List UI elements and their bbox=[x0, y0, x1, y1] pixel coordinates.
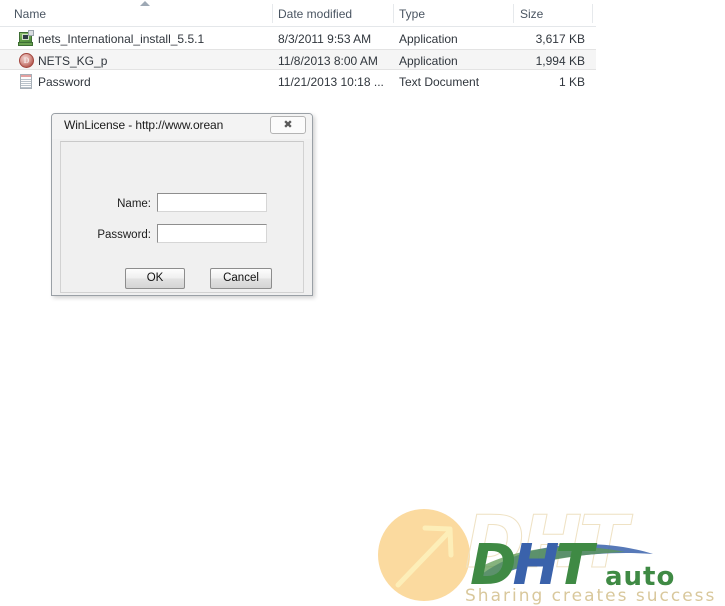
column-divider[interactable] bbox=[592, 4, 593, 23]
date-modified-cell: 11/21/2013 10:18 ... bbox=[278, 75, 384, 89]
cancel-button[interactable]: Cancel bbox=[210, 268, 272, 289]
file-size-cell: 1 KB bbox=[558, 75, 585, 89]
table-row[interactable]: D NETS_KG_p 11/8/2013 8:00 AM Applicatio… bbox=[0, 49, 596, 70]
watermark-ghost-text: DHT bbox=[464, 500, 628, 585]
file-type-cell: Application bbox=[399, 32, 458, 46]
msi-installer-icon bbox=[18, 30, 35, 47]
column-divider[interactable] bbox=[393, 4, 394, 23]
file-type-cell: Text Document bbox=[399, 75, 480, 89]
keygen-application-icon: D bbox=[18, 52, 35, 69]
column-header-name[interactable]: Name bbox=[14, 0, 46, 26]
watermark-logo-h: H bbox=[512, 533, 559, 598]
name-field-label: Name: bbox=[117, 198, 151, 210]
password-input[interactable] bbox=[157, 224, 267, 243]
file-name-cell: Password bbox=[38, 75, 91, 89]
table-row[interactable]: Password 11/21/2013 10:18 ... Text Docum… bbox=[0, 71, 596, 92]
watermark-tagline: Sharing creates success bbox=[465, 586, 717, 606]
column-header-type[interactable]: Type bbox=[399, 0, 425, 26]
dhtauto-watermark: DHT DHT auto Sharing creates success bbox=[375, 500, 725, 606]
text-document-icon bbox=[18, 73, 35, 90]
file-name-cell: nets_International_install_5.5.1 bbox=[38, 32, 205, 46]
sort-ascending-icon bbox=[140, 1, 150, 6]
watermark-logo: DHT bbox=[470, 538, 594, 594]
close-icon[interactable]: ✖ bbox=[270, 116, 306, 134]
watermark-circle bbox=[378, 509, 470, 601]
watermark-swoosh bbox=[475, 544, 653, 582]
arrow-up-right-icon bbox=[395, 525, 454, 588]
file-name-cell: NETS_KG_p bbox=[38, 54, 108, 68]
column-header-size[interactable]: Size bbox=[520, 0, 543, 26]
file-type-cell: Application bbox=[399, 54, 458, 68]
dialog-title-bar[interactable]: WinLicense - http://www.orean ✖ bbox=[52, 114, 312, 139]
column-divider[interactable] bbox=[272, 4, 273, 23]
watermark-auto-text: auto bbox=[605, 562, 676, 592]
keygen-icon-letter: D bbox=[23, 56, 30, 65]
table-row[interactable]: nets_International_install_5.5.1 8/3/201… bbox=[0, 28, 596, 49]
file-size-cell: 1,994 KB bbox=[535, 54, 585, 68]
password-field-label: Password: bbox=[97, 229, 151, 241]
date-modified-cell: 8/3/2011 9:53 AM bbox=[278, 32, 372, 46]
column-header-row: Name Date modified Type Size bbox=[0, 0, 596, 27]
watermark-logo-t: T bbox=[555, 533, 593, 598]
column-divider[interactable] bbox=[513, 4, 514, 23]
dialog-body: Name: Password: OK Cancel bbox=[60, 141, 304, 293]
ok-button[interactable]: OK bbox=[125, 268, 185, 289]
file-size-cell: 3,617 KB bbox=[535, 32, 585, 46]
name-input[interactable] bbox=[157, 193, 267, 212]
column-header-date-modified[interactable]: Date modified bbox=[278, 0, 352, 26]
dialog-title: WinLicense - http://www.orean bbox=[64, 118, 224, 132]
winlicense-dialog: WinLicense - http://www.orean ✖ Name: Pa… bbox=[51, 113, 313, 296]
date-modified-cell: 11/8/2013 8:00 AM bbox=[278, 54, 378, 68]
watermark-logo-d: D bbox=[470, 533, 517, 598]
